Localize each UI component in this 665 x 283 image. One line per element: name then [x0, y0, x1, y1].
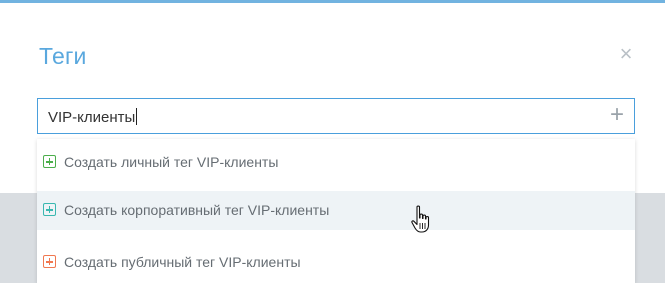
text-caret: [136, 108, 138, 125]
suggestion-create-public-tag[interactable]: Создать публичный тег VIP-клиенты: [37, 243, 635, 282]
hand-pointer-cursor-icon: [411, 205, 430, 233]
plus-square-icon: [43, 155, 56, 168]
plus-square-icon: [43, 203, 56, 216]
plus-square-icon: [43, 255, 56, 268]
close-icon[interactable]: ×: [616, 43, 636, 65]
tag-input[interactable]: VIP-клиенты +: [37, 98, 635, 134]
suggestion-label: Создать личный тег VIP-клиенты: [64, 154, 279, 170]
suggestion-create-personal-tag[interactable]: Создать личный тег VIP-клиенты: [37, 143, 635, 182]
suggestion-label: Создать корпоративный тег VIP-клиенты: [64, 202, 330, 218]
tag-suggestions-dropdown: Создать личный тег VIP-клиенты Создать к…: [37, 139, 635, 283]
tag-input-value[interactable]: VIP-клиенты: [48, 108, 138, 126]
dialog-title: Теги: [39, 43, 87, 69]
suggestion-create-corporate-tag[interactable]: Создать корпоративный тег VIP-клиенты: [37, 191, 635, 230]
add-tag-plus-icon[interactable]: +: [610, 103, 624, 127]
suggestion-label: Создать публичный тег VIP-клиенты: [64, 254, 301, 270]
